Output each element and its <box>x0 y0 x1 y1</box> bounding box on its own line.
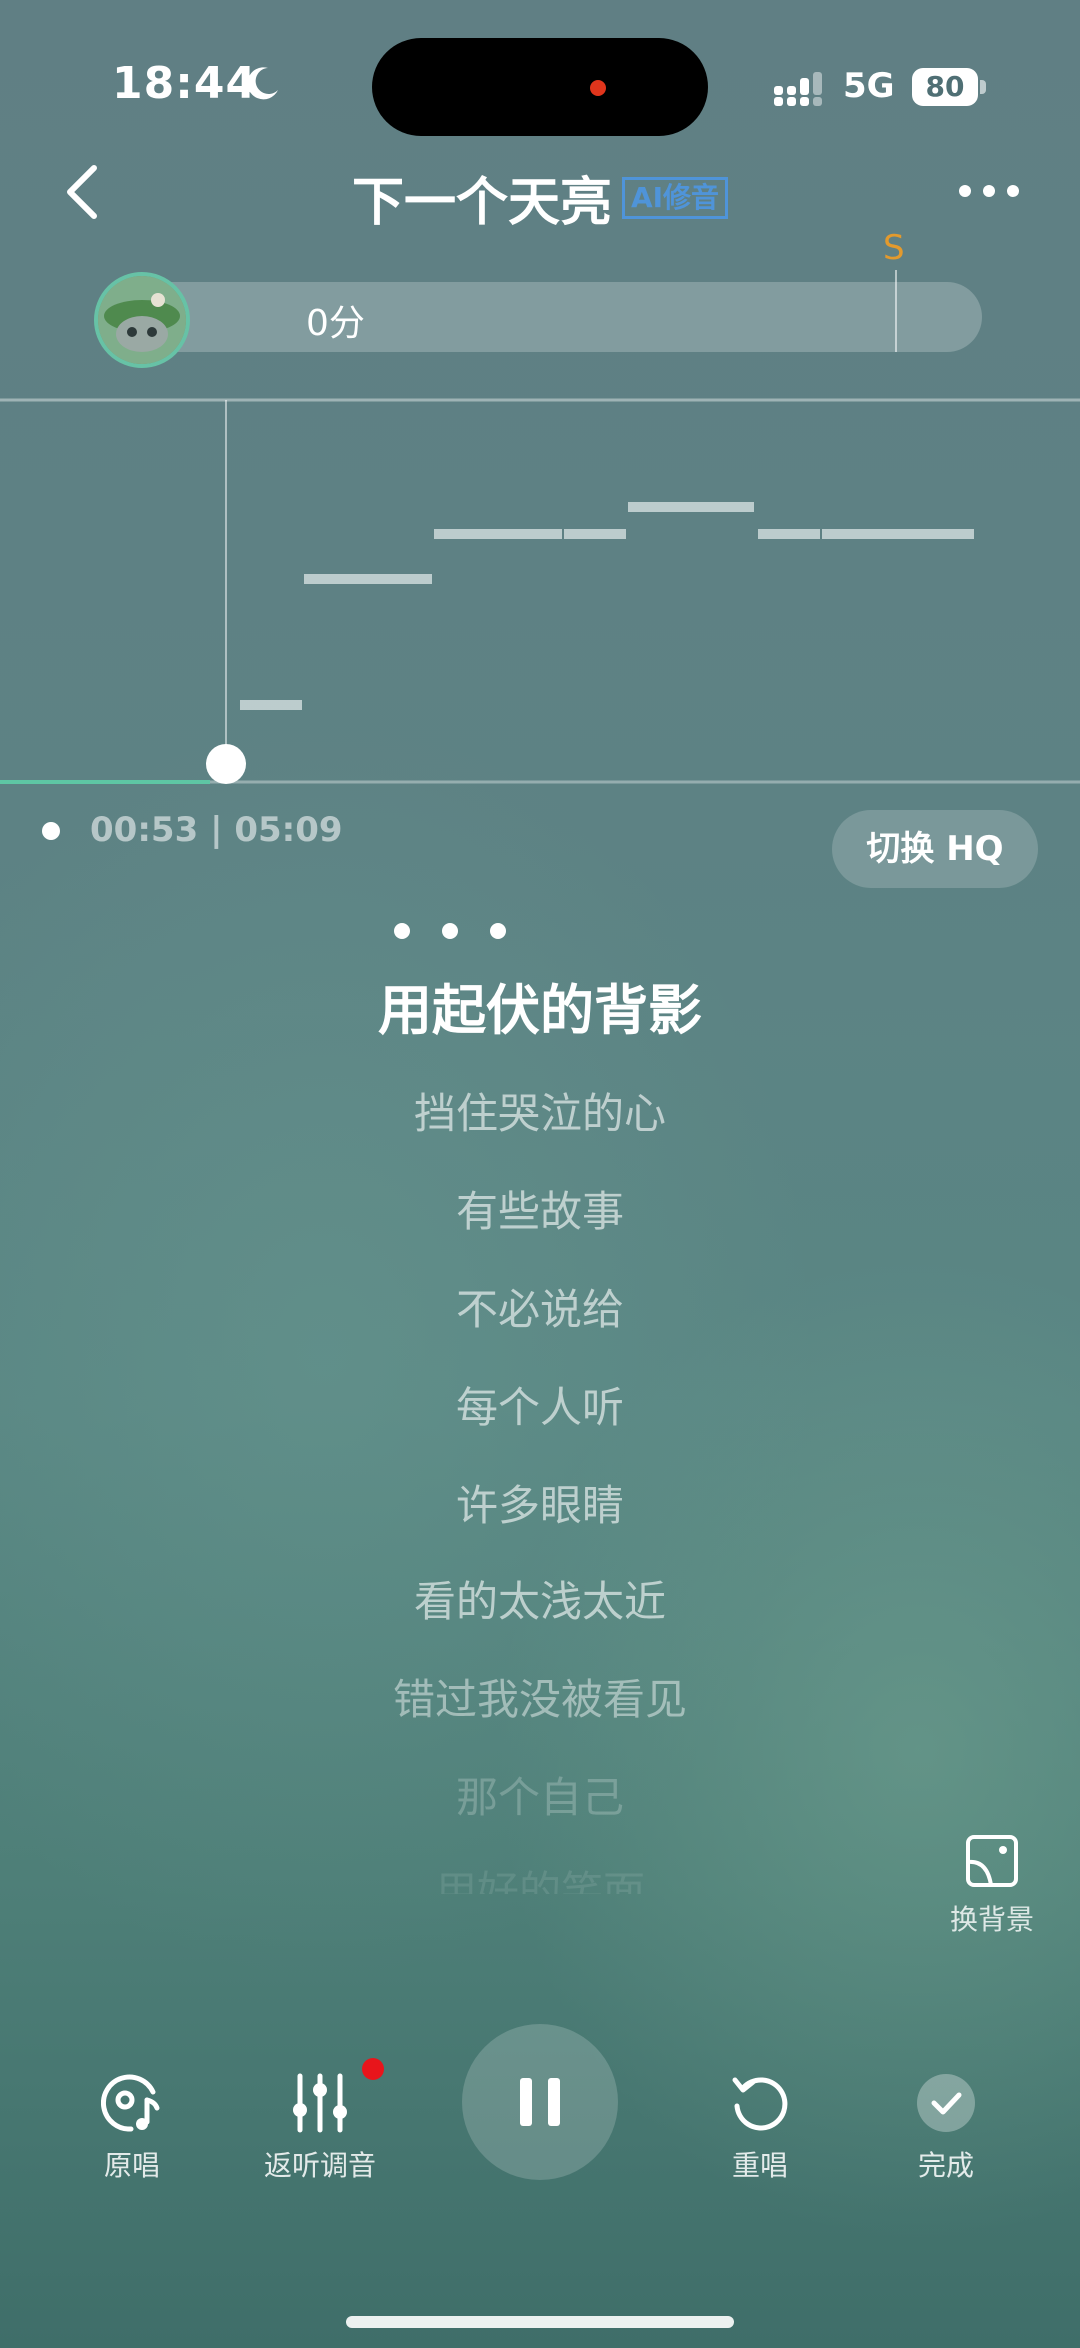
retry-button[interactable]: 重唱 <box>710 2072 810 2184</box>
progress-time: 00:53 | 05:09 <box>90 810 343 850</box>
pause-icon <box>520 2078 560 2126</box>
retry-icon <box>732 2077 788 2131</box>
more-icon[interactable] <box>958 184 1020 198</box>
change-background-label[interactable]: 换背景 <box>940 1898 1044 1938</box>
countdown-dots <box>394 923 506 939</box>
lyric-line: 错过我没被看见 <box>392 1675 687 1724</box>
check-icon <box>917 2074 975 2132</box>
dynamic-island <box>372 38 708 136</box>
equalizer-icon <box>293 2073 347 2133</box>
grade-s-mark: S <box>883 228 905 268</box>
playback-tune-button[interactable]: 返听调音 <box>254 2072 386 2184</box>
original-vocal-button[interactable]: 原唱 <box>82 2072 182 2184</box>
lyric-line: 那个自己 <box>455 1773 624 1822</box>
pause-button[interactable] <box>462 2024 618 2180</box>
lyric-line: 看的太浅太近 <box>413 1577 666 1626</box>
original-vocal-icon <box>101 2074 160 2132</box>
moon-icon <box>247 67 278 100</box>
lyric-line: 许多眼睛 <box>455 1481 624 1530</box>
home-indicator[interactable] <box>346 2316 734 2328</box>
network-type: 5G <box>843 66 895 106</box>
status-time: 18:44 <box>112 58 258 109</box>
battery-level: 80 <box>912 68 978 106</box>
song-title: 下一个天亮 <box>351 173 612 233</box>
lyric-line: 每个人听 <box>455 1383 624 1432</box>
ai-tune-badge[interactable]: AI修音 <box>621 176 729 219</box>
original-vocal-label: 原唱 <box>103 2149 160 2182</box>
lyric-line: 用好的笑面 <box>434 1867 645 1894</box>
title-bar: 下一个天亮 AI修音 <box>0 160 1080 235</box>
battery-tip <box>980 80 986 94</box>
notification-dot <box>362 2058 384 2080</box>
score-text: 0分 <box>306 303 365 344</box>
retry-label: 重唱 <box>731 2149 788 2182</box>
switch-hq-button[interactable]: 切换 HQ <box>832 810 1038 888</box>
recording-indicator <box>590 80 606 96</box>
done-button[interactable]: 完成 <box>896 2072 996 2184</box>
change-background-icon[interactable] <box>965 1834 1019 1888</box>
lyric-line: 挡住哭泣的心 <box>413 1089 666 1138</box>
playback-tune-label: 返听调音 <box>263 2149 376 2182</box>
current-lyric: 用起伏的背影 <box>378 979 702 1042</box>
score-bar <box>118 282 982 352</box>
done-label: 完成 <box>917 2149 974 2182</box>
lyric-line: 有些故事 <box>455 1187 624 1236</box>
avatar[interactable] <box>94 272 190 368</box>
grade-s-line <box>895 270 897 352</box>
lyric-line: 不必说给 <box>455 1285 624 1334</box>
pitch-graph <box>0 398 1080 784</box>
signal-icon <box>774 72 822 106</box>
progress-indicator <box>42 822 60 840</box>
